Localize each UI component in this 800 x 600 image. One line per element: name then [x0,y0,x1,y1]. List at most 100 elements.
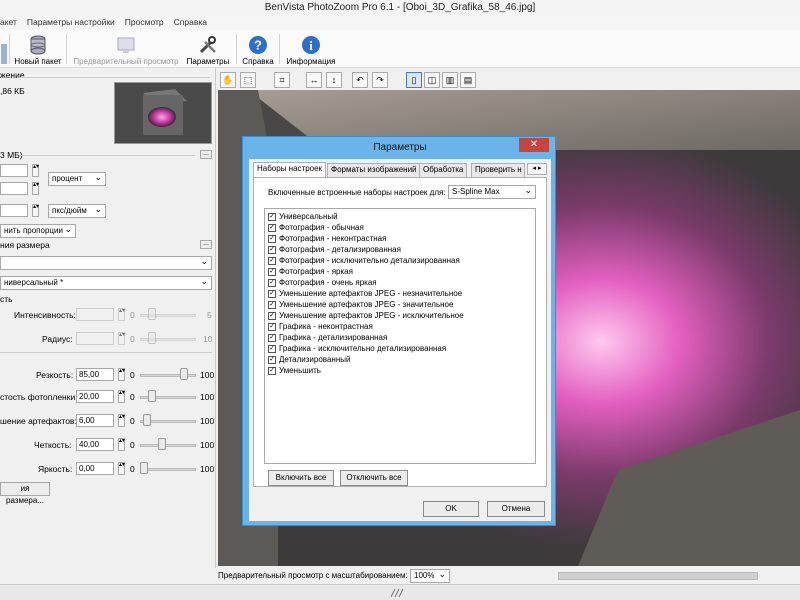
checkbox[interactable]: ✓ [268,245,276,254]
brightness-stepper[interactable]: ▴▾ [118,462,125,475]
tab-check-updates[interactable]: Проверить н [471,163,525,177]
checkbox[interactable]: ✓ [268,344,276,353]
info-button[interactable]: i Информация [284,32,338,66]
ok-button[interactable]: OK [423,501,479,517]
menu-batch[interactable]: акет [0,16,17,30]
checkbox[interactable]: ✓ [268,212,276,221]
fit-height-button[interactable]: ↕ [326,72,342,88]
checkbox[interactable]: ✓ [268,256,276,265]
checkbox[interactable]: ✓ [268,289,276,298]
dialog-close-button[interactable]: ✕ [519,138,549,152]
width-field[interactable] [0,164,28,177]
radius-slider[interactable] [148,332,156,344]
list-item[interactable]: ✓ Фотография - неконтрастная [268,233,386,244]
checkbox[interactable]: ✓ [268,366,276,375]
fit-width-button[interactable]: ↔ [306,72,322,88]
tab-scroll-buttons[interactable]: ◂ ▸ [527,163,547,175]
intensity-stepper[interactable]: ▴▾ [118,308,125,321]
clarity-stepper[interactable]: ▴▾ [118,438,125,451]
artifact-reduction-field[interactable]: 6,00 [76,414,114,427]
resolution-stepper[interactable]: ▴▾ [32,204,39,217]
compare-view-button[interactable]: ◫ [424,72,440,88]
checkbox[interactable]: ✓ [268,223,276,232]
checkbox[interactable]: ✓ [268,267,276,276]
list-item[interactable]: ✓ Графика - детализированная [268,332,387,343]
disable-all-button[interactable]: Отключить все [340,470,408,486]
horizontal-scrollbar[interactable] [558,572,758,580]
sharpness-field[interactable]: 85,00 [76,368,114,381]
rotate-right-button[interactable]: ↷ [372,72,388,88]
resolution-field[interactable] [0,204,28,217]
film-grain-slider[interactable] [148,390,156,402]
preview-button[interactable]: Предварительный просмотр [70,32,182,66]
intensity-field[interactable] [76,308,114,321]
keep-proportions-select[interactable]: нить пропорции [0,223,76,238]
preset-select[interactable]: ниверсальный * [0,275,212,290]
menu-help[interactable]: Справка [174,16,207,30]
list-item[interactable]: ✓ Универсальный [268,211,338,222]
cancel-button[interactable]: Отмена [487,501,545,517]
height-field[interactable] [0,182,28,195]
checkbox[interactable]: ✓ [268,322,276,331]
list-item[interactable]: ✓ Фотография - очень яркая [268,277,377,288]
resize-method-options-button[interactable]: ... [200,240,212,249]
list-item[interactable]: ✓ Фотография - детализированная [268,244,401,255]
radius-stepper[interactable]: ▴▾ [118,332,125,345]
checkbox[interactable]: ✓ [268,300,276,309]
checkbox[interactable]: ✓ [268,355,276,364]
list-item[interactable]: ✓ Уменьшение артефактов JPEG - незначител… [268,288,462,299]
brightness-slider[interactable] [140,462,148,474]
checkbox[interactable]: ✓ [268,333,276,342]
new-batch-button[interactable]: Новый пакет [12,32,64,66]
sharpness-slider[interactable] [180,368,188,380]
crop-button[interactable]: ⌗ [274,72,290,88]
menu-settings[interactable]: Параметры настройки [27,16,115,30]
source-options-button[interactable]: ... [200,150,212,159]
artifact-reduction-slider[interactable] [143,414,151,426]
sharpness-stepper[interactable]: ▴▾ [118,368,125,381]
clarity-slider[interactable] [158,438,166,450]
size-unit-select[interactable]: процент [48,171,106,186]
list-item[interactable]: ✓ Уменьшение артефактов JPEG - исключител… [268,310,464,321]
single-view-button[interactable]: ▯ [406,72,422,88]
resize-method-select[interactable] [0,255,212,270]
list-item[interactable]: ✓ Фотография - яркая [268,266,353,277]
height-stepper[interactable]: ▴▾ [32,182,39,195]
tab-presets[interactable]: Наборы настроек [253,162,327,178]
width-stepper[interactable]: ▴▾ [32,164,39,177]
list-item[interactable]: ✓ Уменьшение артефактов JPEG - значительн… [268,299,453,310]
film-grain-field[interactable]: 20,00 [76,390,114,403]
list-item[interactable]: ✓ Фотография - исключительно детализирова… [268,255,460,266]
list-item[interactable]: ✓ Детализированный [268,354,350,365]
checkbox[interactable]: ✓ [268,234,276,243]
split-vertical-button[interactable]: ▥ [442,72,458,88]
tab-processing[interactable]: Обработка [419,163,468,177]
film-grain-stepper[interactable]: ▴▾ [118,390,125,403]
resolution-unit-select[interactable]: пкс/дюйм [48,203,106,218]
radius-field[interactable] [76,332,114,345]
brightness-field[interactable]: 0,00 [76,462,114,475]
help-button[interactable]: ? Справка [240,32,276,66]
split-horizontal-button[interactable]: ▤ [460,72,476,88]
list-item[interactable]: ✓ Уменьшить [268,365,321,376]
rotate-left-button[interactable]: ↶ [352,72,368,88]
artifact-reduction-stepper[interactable]: ▴▾ [118,414,125,427]
enable-all-button[interactable]: Включить все [268,470,334,486]
checkbox[interactable]: ✓ [268,278,276,287]
dialog-body: Наборы настроек Форматы изображений Обра… [249,159,551,521]
resize-settings-button[interactable]: ия размера... [0,482,50,505]
intensity-slider[interactable] [148,308,156,320]
method-select[interactable]: S-Spline Max [448,184,536,199]
checkbox[interactable]: ✓ [268,311,276,320]
hand-tool-button[interactable]: ✋ [220,72,236,88]
zoom-select[interactable]: 100% [410,568,450,583]
list-item[interactable]: ✓ Фотография - обычная [268,222,364,233]
menu-view[interactable]: Просмотр [125,16,164,30]
clarity-field[interactable]: 40,00 [76,438,114,451]
list-item[interactable]: ✓ Графика - исключительно детализированна… [268,343,446,354]
toolbar-cut-button[interactable] [0,32,8,66]
select-tool-button[interactable]: ⬚ [240,72,256,88]
list-item[interactable]: ✓ Графика - неконтрастная [268,321,373,332]
tab-image-formats[interactable]: Форматы изображений [327,163,421,177]
settings-button[interactable]: Параметры [184,32,232,66]
